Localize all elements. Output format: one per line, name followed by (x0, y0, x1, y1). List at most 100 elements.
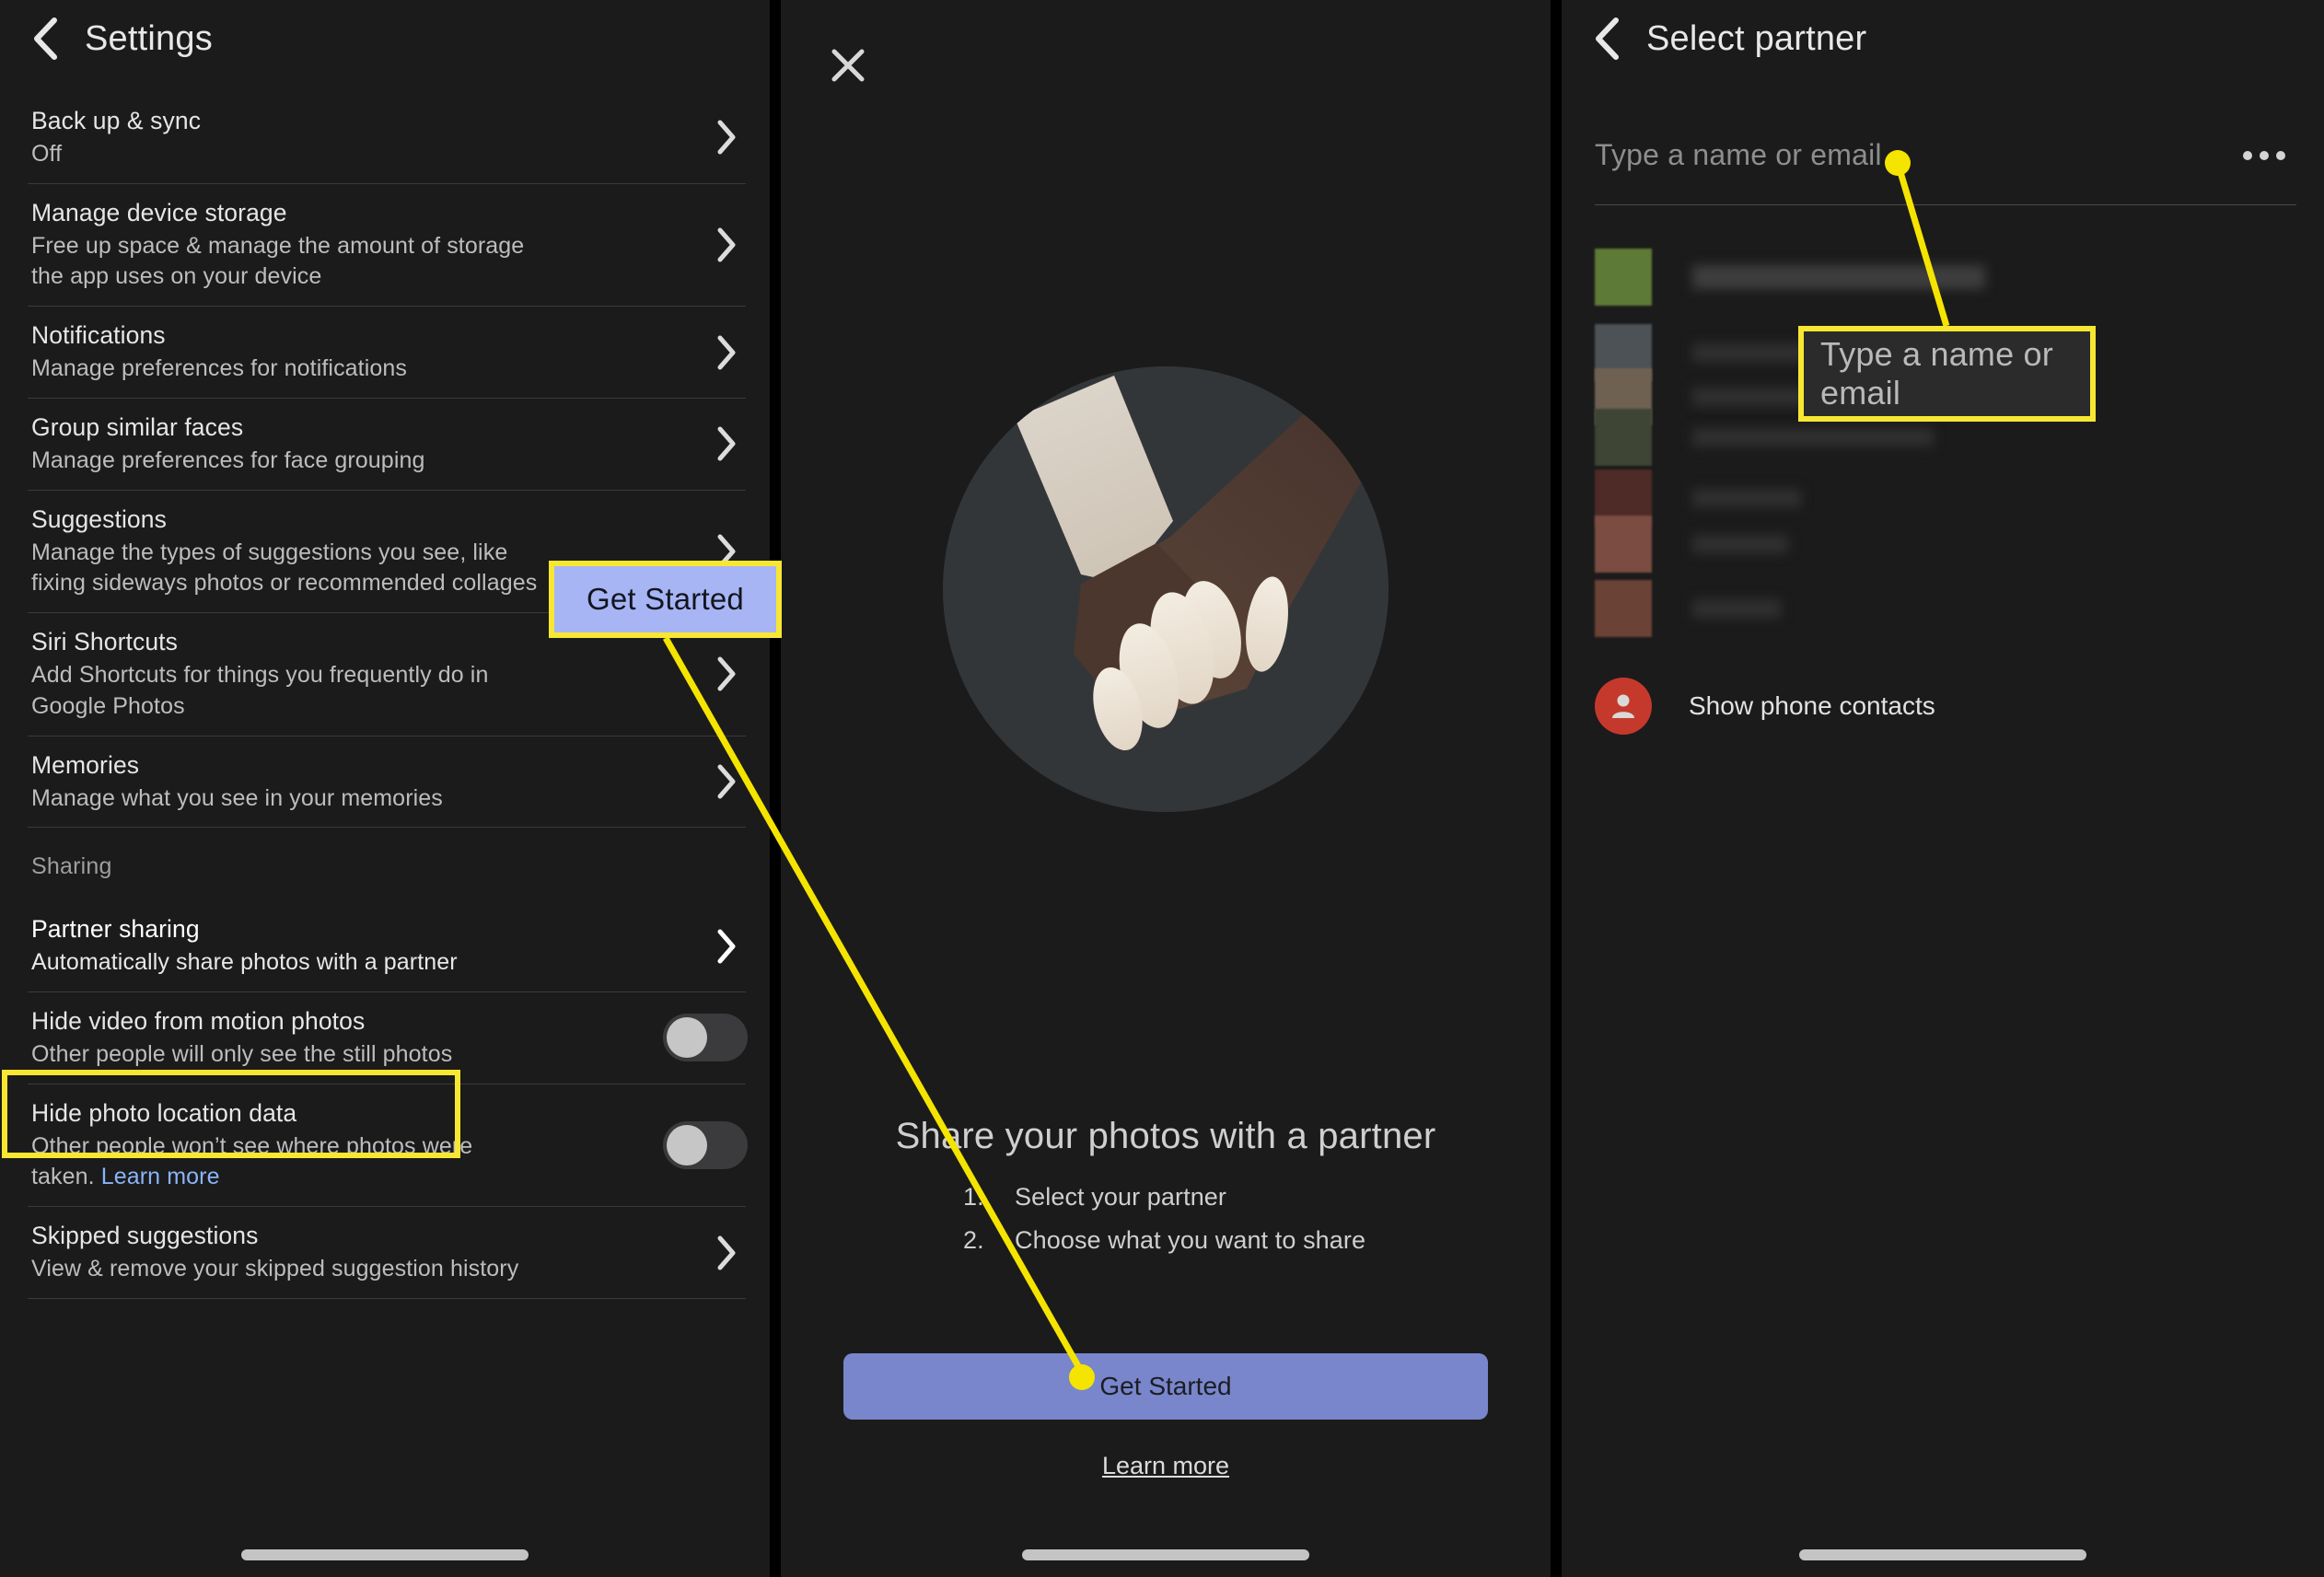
settings-row-title: Skipped suggestions (31, 1222, 259, 1250)
chevron-right-icon[interactable] (705, 335, 748, 370)
learn-more-link[interactable]: Learn more (101, 1164, 220, 1189)
settings-row-text: Partner sharing Automatically share phot… (31, 900, 694, 991)
home-indicator (1022, 1549, 1309, 1560)
contact-detail-redacted (1692, 535, 1788, 553)
get-started-callout-label: Get Started (587, 582, 744, 616)
settings-nav-bar: Settings (0, 0, 770, 77)
close-icon[interactable] (823, 41, 873, 90)
settings-row-text: Hide video from motion photos Other peop… (31, 992, 646, 1084)
chevron-right-icon[interactable] (705, 120, 748, 155)
settings-row-subtitle: Manage preferences for face grouping (31, 446, 425, 473)
settings-row-hide-video-from-motion-photos[interactable]: Hide video from motion photos Other peop… (0, 992, 770, 1084)
intro-step: 1. Select your partner (963, 1183, 1368, 1212)
section-label-sharing: Sharing (31, 853, 112, 880)
step-number: 2. (963, 1226, 984, 1254)
settings-row-memories[interactable]: Memories Manage what you see in your mem… (0, 736, 770, 828)
list-item[interactable] (1595, 516, 1788, 573)
avatar (1595, 580, 1652, 637)
get-started-callout: Get Started (549, 561, 782, 638)
get-started-button-label: Get Started (1099, 1372, 1232, 1400)
partner-search-input[interactable]: Type a name or email (1595, 138, 2234, 172)
person-icon (1595, 678, 1652, 735)
kebab-menu-icon[interactable] (2234, 142, 2295, 169)
chevron-right-icon[interactable] (705, 227, 748, 262)
settings-row-subtitle: Other people won’t see where photos were… (31, 1131, 473, 1194)
settings-row-partner-sharing[interactable]: Partner sharing Automatically share phot… (0, 900, 770, 991)
chevron-right-icon[interactable] (705, 1235, 748, 1270)
settings-row-title: Hide video from motion photos (31, 1007, 366, 1035)
settings-row-subtitle: Other people will only see the still pho… (31, 1040, 453, 1067)
settings-row-text: Hide photo location data Other people wo… (31, 1084, 646, 1206)
contact-detail-redacted (1692, 489, 1801, 507)
divider (28, 1297, 746, 1299)
settings-row-back-up-and-sync[interactable]: Back up & sync Off (0, 77, 770, 183)
settings-row-text: Memories Manage what you see in your mem… (31, 736, 694, 828)
settings-row-skipped-suggestions[interactable]: Skipped suggestions View & remove your s… (0, 1207, 770, 1298)
show-phone-contacts-label: Show phone contacts (1689, 691, 1935, 720)
contact-detail-redacted (1692, 428, 1934, 446)
settings-list: Back up & sync Off Manage device storage… (0, 77, 770, 1577)
contact-detail-redacted (1692, 599, 1781, 618)
settings-row-subtitle: Manage preferences for notifications (31, 355, 407, 382)
partner-sharing-intro-panel: Share your photos with a partner 1. Sele… (781, 0, 1551, 1577)
settings-row-notifications[interactable]: Notifications Manage preferences for not… (0, 307, 770, 398)
settings-row-subtitle: View & remove your skipped suggestion hi… (31, 1256, 519, 1282)
avatar (1595, 409, 1652, 466)
settings-row-text: Notifications Manage preferences for not… (31, 307, 694, 398)
settings-row-subtitle: Add Shortcuts for things you frequently … (31, 662, 489, 719)
show-phone-contacts-row[interactable]: Show phone contacts (1595, 678, 1935, 735)
kebab-dot (2243, 150, 2252, 160)
chevron-right-icon[interactable] (705, 764, 748, 799)
avatar (1595, 249, 1652, 306)
select-partner-nav-bar: Select partner (1562, 0, 2324, 77)
intro-step: 2. Choose what you want to share (963, 1226, 1368, 1255)
step-number: 1. (963, 1183, 984, 1211)
settings-row-title: Suggestions (31, 504, 167, 533)
page-title: Settings (85, 18, 213, 58)
settings-row-text: Skipped suggestions View & remove your s… (31, 1207, 694, 1298)
toggle-hide-video-from-motion-photos[interactable] (663, 1014, 748, 1062)
chevron-right-icon[interactable] (705, 656, 748, 691)
settings-row-title: Manage device storage (31, 198, 287, 226)
contact-name-redacted (1692, 265, 1985, 289)
settings-row-title: Partner sharing (31, 915, 200, 944)
list-item[interactable] (1595, 580, 1781, 637)
type-a-name-callout-label: Type a name or email (1820, 335, 2053, 412)
holding-hands-illustration (943, 366, 1389, 812)
toggle-knob (667, 1017, 707, 1059)
settings-row-hide-photo-location-data[interactable]: Hide photo location data Other people wo… (0, 1084, 770, 1206)
settings-row-text: Back up & sync Off (31, 92, 694, 183)
back-chevron-icon[interactable] (1587, 17, 1624, 60)
settings-row-text: Group similar faces Manage preferences f… (31, 399, 694, 490)
settings-row-title: Group similar faces (31, 412, 244, 441)
subtitle-text: Other people won’t see where photos were… (31, 1132, 473, 1190)
settings-row-subtitle: Automatically share photos with a partne… (31, 949, 458, 976)
intro-steps-list: 1. Select your partner 2. Choose what yo… (781, 1183, 1551, 1270)
home-indicator (1799, 1549, 2086, 1560)
toggle-hide-photo-location-data[interactable] (663, 1120, 748, 1169)
list-item[interactable] (1595, 249, 1985, 306)
settings-panel: Settings Back up & sync Off Manage devic… (0, 0, 770, 1577)
settings-row-subtitle: Free up space & manage the amount of sto… (31, 232, 525, 290)
page-title: Select partner (1646, 18, 1867, 58)
home-indicator (241, 1549, 529, 1560)
type-a-name-callout: Type a name or email (1798, 326, 2096, 422)
back-chevron-icon[interactable] (26, 17, 63, 60)
screenshot-stage: Settings Back up & sync Off Manage devic… (0, 0, 2324, 1577)
search-field-underline (1595, 204, 2296, 205)
chevron-right-icon[interactable] (705, 929, 748, 964)
learn-more-link[interactable]: Learn more (781, 1452, 1551, 1480)
settings-row-manage-device-storage[interactable]: Manage device storage Free up space & ma… (0, 184, 770, 306)
get-started-button[interactable]: Get Started (843, 1353, 1488, 1420)
chevron-right-icon[interactable] (705, 426, 748, 461)
settings-row-title: Back up & sync (31, 107, 202, 134)
settings-row-subtitle: Manage what you see in your memories (31, 784, 443, 811)
avatar (1595, 516, 1652, 573)
settings-row-group-similar-faces[interactable]: Group similar faces Manage preferences f… (0, 399, 770, 490)
settings-row-text: Manage device storage Free up space & ma… (31, 184, 694, 306)
kebab-dot (2260, 150, 2269, 160)
step-text: Choose what you want to share (1015, 1226, 1366, 1254)
settings-row-title: Memories (31, 750, 140, 779)
settings-row-title: Notifications (31, 321, 166, 350)
partner-search-row[interactable]: Type a name or email (1562, 138, 2324, 172)
